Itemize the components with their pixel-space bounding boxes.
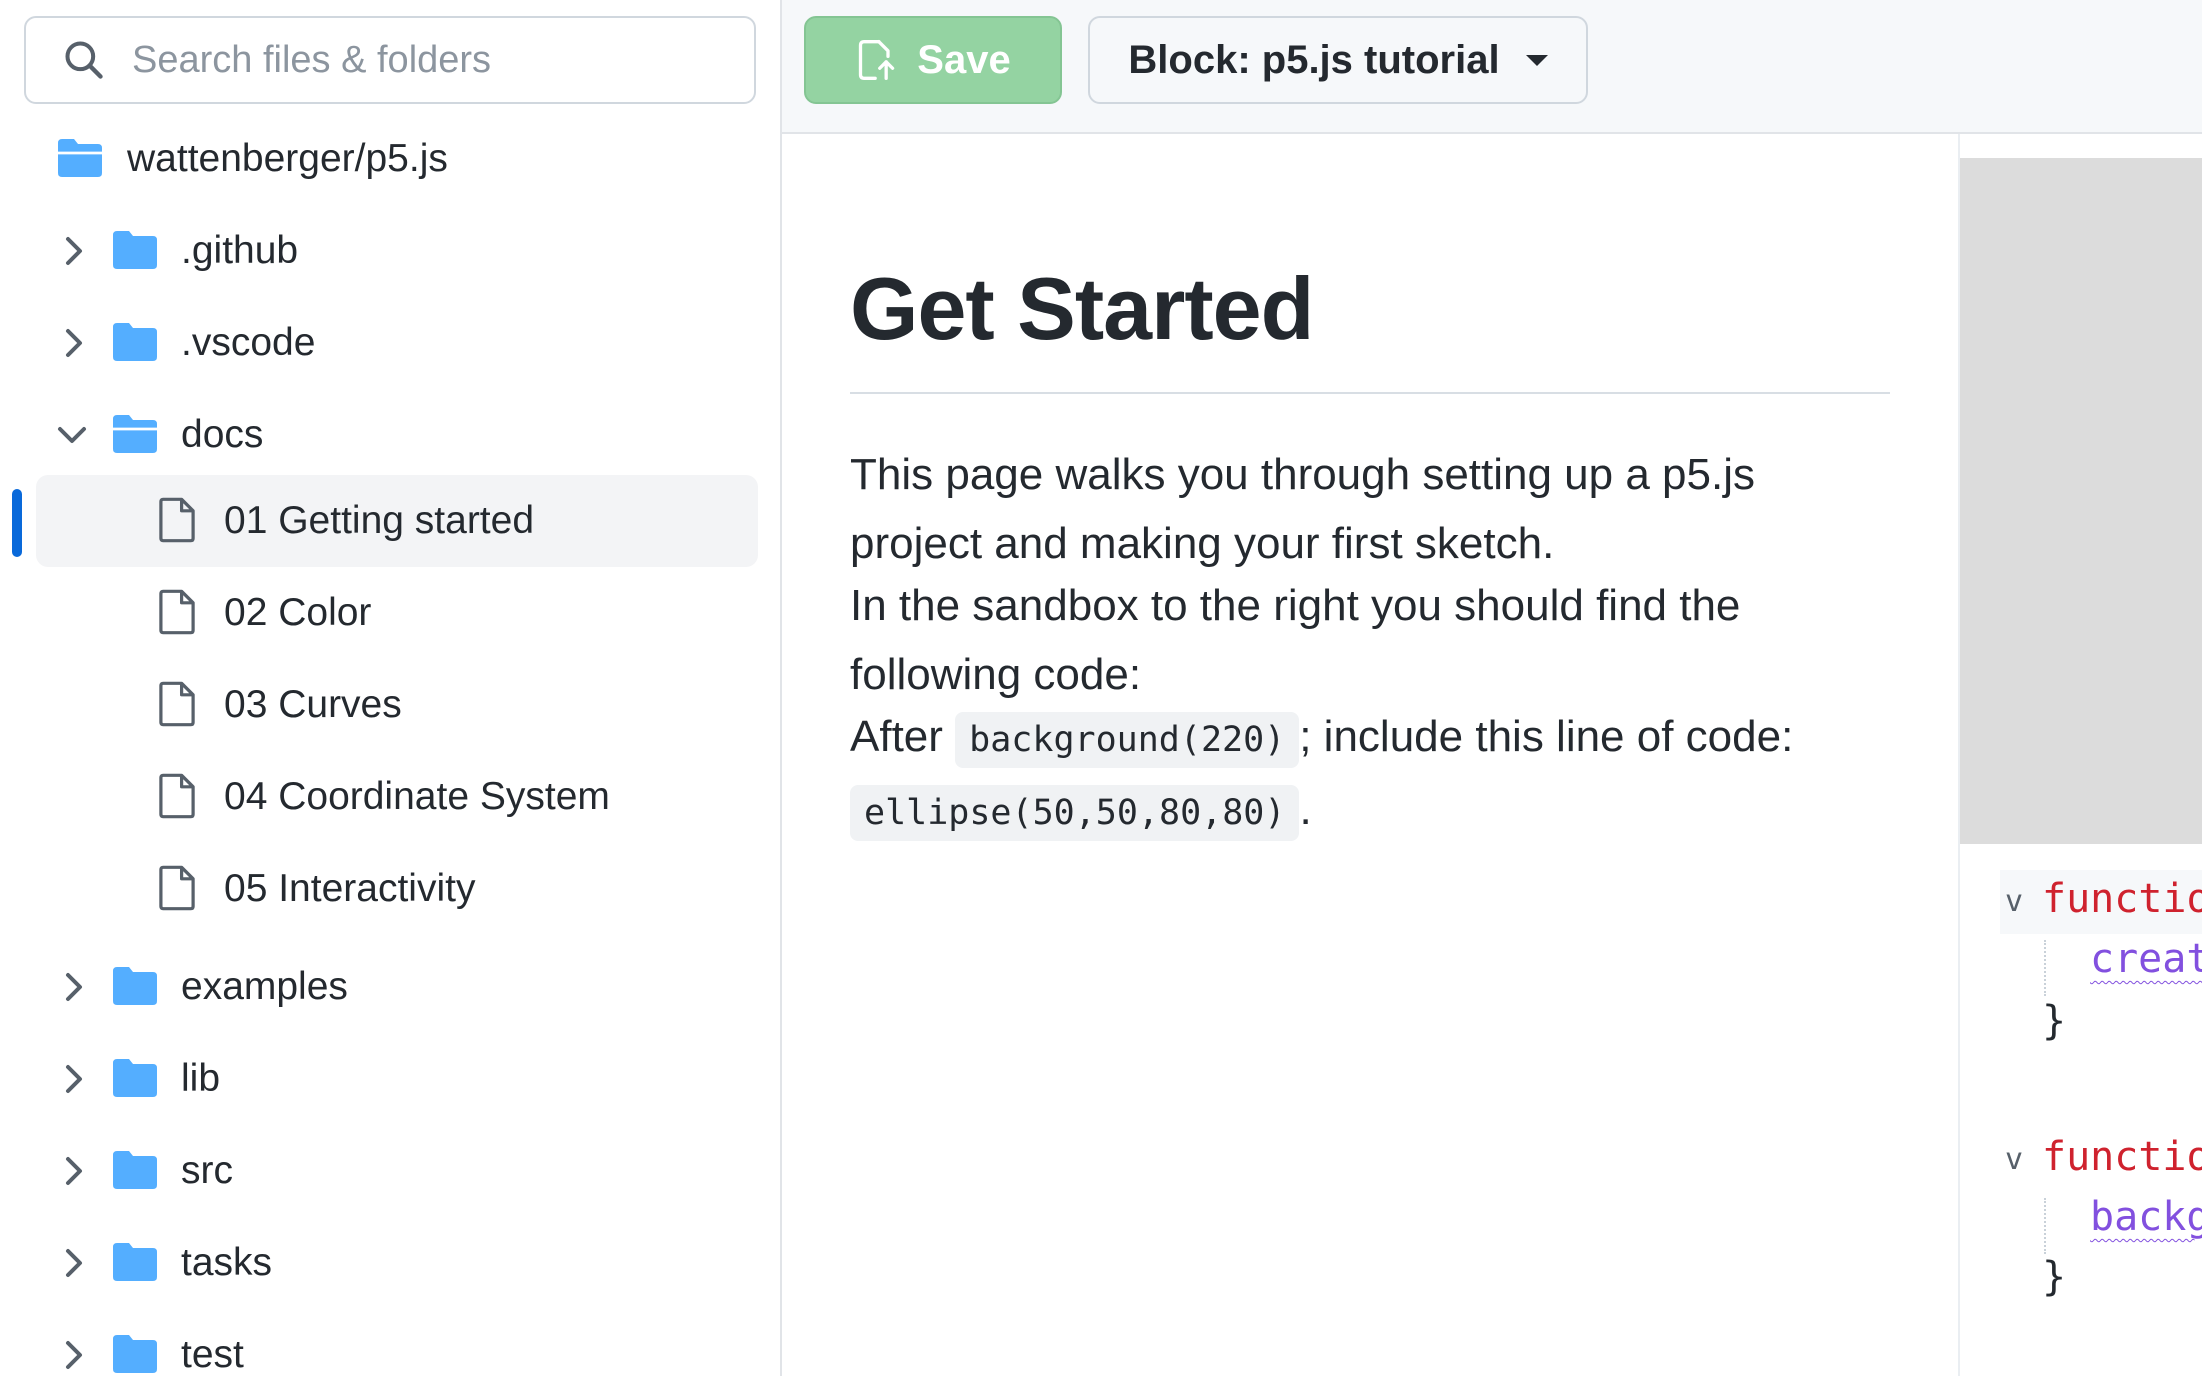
indent-guide — [2044, 940, 2046, 996]
folder-open-icon — [58, 139, 102, 177]
folder-icon — [113, 1243, 157, 1281]
doc-paragraph-sandbox: In the sandbox to the right you should f… — [850, 581, 1741, 699]
tree-item-label: .vscode — [181, 321, 316, 364]
instruction-text-end: . — [1299, 785, 1312, 834]
sandbox-pane: v functio creat } v functio backg } — [1958, 134, 2202, 1376]
tree-file-curves[interactable]: 03 Curves — [0, 659, 780, 751]
folder-open-icon — [113, 415, 157, 453]
fold-toggle-icon[interactable]: v — [2005, 1142, 2023, 1177]
chevron-down-icon[interactable] — [56, 419, 88, 451]
search-input[interactable] — [130, 37, 754, 83]
doc-paragraph-instruction: After background(220); include this line… — [850, 702, 1890, 848]
file-icon — [159, 865, 195, 911]
tree-root-label: wattenberger/p5.js — [127, 137, 448, 180]
doc-content: Get Started This page walks you through … — [782, 134, 1958, 1376]
tree-folder-lib[interactable]: lib — [0, 1033, 780, 1125]
save-button-label: Save — [917, 37, 1011, 82]
tree-item-label: 03 Curves — [224, 683, 402, 726]
tree-item-label: 02 Color — [224, 591, 372, 634]
tree-item-label: 04 Coordinate System — [224, 775, 610, 818]
fold-toggle-icon[interactable]: v — [2005, 884, 2023, 919]
chevron-right-icon[interactable] — [58, 1063, 90, 1095]
tree-item-label: lib — [181, 1057, 221, 1100]
tree-folder-examples[interactable]: examples — [0, 941, 780, 1033]
file-icon — [159, 497, 195, 543]
tree-item-label: tasks — [181, 1241, 273, 1284]
file-icon — [159, 681, 195, 727]
tree-file-getting-started[interactable]: 01 Getting started — [0, 475, 780, 567]
file-icon — [159, 773, 195, 819]
page-title: Get Started — [850, 259, 1314, 358]
tree-folder-vscode[interactable]: .vscode — [0, 297, 780, 389]
caret-down-icon — [1525, 54, 1548, 66]
chevron-right-icon[interactable] — [58, 1155, 90, 1187]
code-brace: } — [2042, 998, 2067, 1044]
save-upload-icon — [859, 40, 895, 80]
code-keyword: functio — [2042, 1134, 2202, 1180]
doc-paragraph-intro: This page walks you through setting up a… — [850, 450, 1755, 568]
folder-icon — [113, 1151, 157, 1189]
title-divider — [850, 392, 1890, 394]
toolbar: Save Block: p5.js tutorial — [782, 0, 2202, 134]
tree-folder-tasks[interactable]: tasks — [0, 1217, 780, 1309]
tree-folder-test[interactable]: test — [0, 1309, 780, 1376]
file-icon — [159, 589, 195, 635]
tree-item-label: src — [181, 1149, 233, 1192]
tree-root[interactable]: wattenberger/p5.js — [0, 113, 780, 205]
tree-item-label: docs — [181, 413, 264, 456]
tree-item-label: 05 Interactivity — [224, 867, 476, 910]
tree-item-label: examples — [181, 965, 348, 1008]
tree-folder-github[interactable]: .github — [0, 205, 780, 297]
block-selector-label: Block: p5.js tutorial — [1128, 37, 1500, 82]
code-brace: } — [2042, 1254, 2067, 1300]
indent-guide — [2044, 1198, 2046, 1254]
sketch-canvas[interactable] — [1960, 158, 2202, 844]
chevron-right-icon[interactable] — [58, 327, 90, 359]
tree-folder-src[interactable]: src — [0, 1125, 780, 1217]
tree-item-label: .github — [181, 229, 299, 272]
file-sidebar: wattenberger/p5.js .github .vscode — [0, 0, 782, 1376]
folder-icon — [113, 1059, 157, 1097]
tree-item-label: test — [181, 1333, 244, 1376]
search-icon — [65, 41, 103, 79]
tree-file-interactivity[interactable]: 05 Interactivity — [0, 843, 780, 935]
code-editor[interactable]: v functio creat } v functio backg } — [1960, 844, 2202, 1376]
chevron-right-icon[interactable] — [58, 1339, 90, 1371]
block-selector-button[interactable]: Block: p5.js tutorial — [1088, 16, 1588, 104]
chevron-right-icon[interactable] — [58, 235, 90, 267]
inline-code-background: background(220) — [955, 712, 1300, 768]
folder-icon — [113, 1335, 157, 1373]
chevron-right-icon[interactable] — [58, 971, 90, 1003]
chevron-right-icon[interactable] — [58, 1247, 90, 1279]
folder-icon — [113, 231, 157, 269]
code-function-call: backg — [2090, 1194, 2202, 1240]
instruction-text-start: After — [850, 712, 943, 761]
instruction-text-middle: ; include this line of code: — [1299, 712, 1794, 761]
selection-indicator — [12, 489, 22, 557]
code-keyword: functio — [2042, 876, 2202, 922]
save-button[interactable]: Save — [804, 16, 1062, 104]
search-box[interactable] — [24, 16, 756, 104]
tree-file-color[interactable]: 02 Color — [0, 567, 780, 659]
folder-icon — [113, 323, 157, 361]
code-function-call: creat — [2090, 936, 2202, 982]
tree-item-label: 01 Getting started — [224, 499, 535, 542]
folder-icon — [113, 967, 157, 1005]
tree-folder-docs[interactable]: docs — [0, 389, 780, 481]
inline-code-ellipse: ellipse(50,50,80,80) — [850, 785, 1300, 841]
tree-file-coordinate-system[interactable]: 04 Coordinate System — [0, 751, 780, 843]
